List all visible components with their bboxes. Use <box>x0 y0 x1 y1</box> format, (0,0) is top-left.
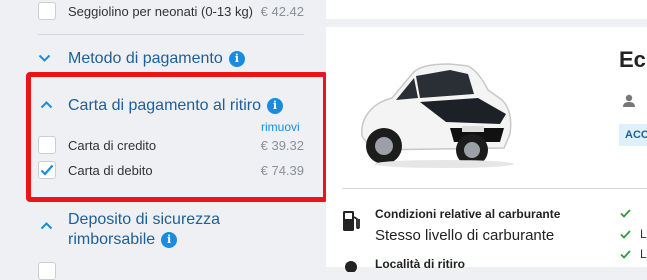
info-icon[interactable]: i <box>228 50 245 67</box>
divider <box>38 34 304 35</box>
info-icon[interactable]: i <box>161 231 178 248</box>
car-title: Ec <box>619 47 646 72</box>
check-icon <box>620 250 631 259</box>
person-icon <box>623 94 635 107</box>
child-seat-checkbox[interactable] <box>38 2 56 20</box>
top-card <box>326 0 647 19</box>
deposit-title-line2: rimborsabile <box>68 231 156 248</box>
check-icon <box>620 230 631 239</box>
car-image <box>361 63 514 168</box>
extra-child-seat[interactable] <box>38 2 56 20</box>
payment-method-header[interactable]: Metodo di pagamento i <box>68 50 245 68</box>
feature-text: L <box>640 227 647 241</box>
deposit-title-line1: Deposito di sicurezza <box>68 211 221 228</box>
fuel-policy-value: Stesso livello di carburante <box>375 227 555 244</box>
car-tag: ACC <box>619 124 647 146</box>
deposit-header[interactable]: Deposito di sicurezza rimborsabile i <box>68 210 220 250</box>
feature-text: L <box>640 247 647 261</box>
deposit-checkbox[interactable] <box>38 262 56 280</box>
highlight-box <box>26 72 328 202</box>
chevron-down-icon[interactable] <box>38 54 51 63</box>
pickup-location-label: Località di ritiro <box>375 257 466 271</box>
payment-method-title: Metodo di pagamento <box>68 50 223 67</box>
child-seat-label: Seggiolino per neonati (0-13 kg) <box>68 4 254 19</box>
chevron-up-icon[interactable] <box>40 221 53 230</box>
extras-sidebar: Seggiolino per neonati (0-13 kg) € 42.42… <box>0 0 328 280</box>
fuel-pump-icon <box>343 211 360 231</box>
child-seat-price: € 42.42 <box>260 4 304 19</box>
divider <box>342 188 647 189</box>
fuel-policy-label: Condizioni relative al carburante <box>375 207 561 221</box>
location-pin-icon <box>345 261 357 272</box>
check-icon <box>620 209 631 218</box>
